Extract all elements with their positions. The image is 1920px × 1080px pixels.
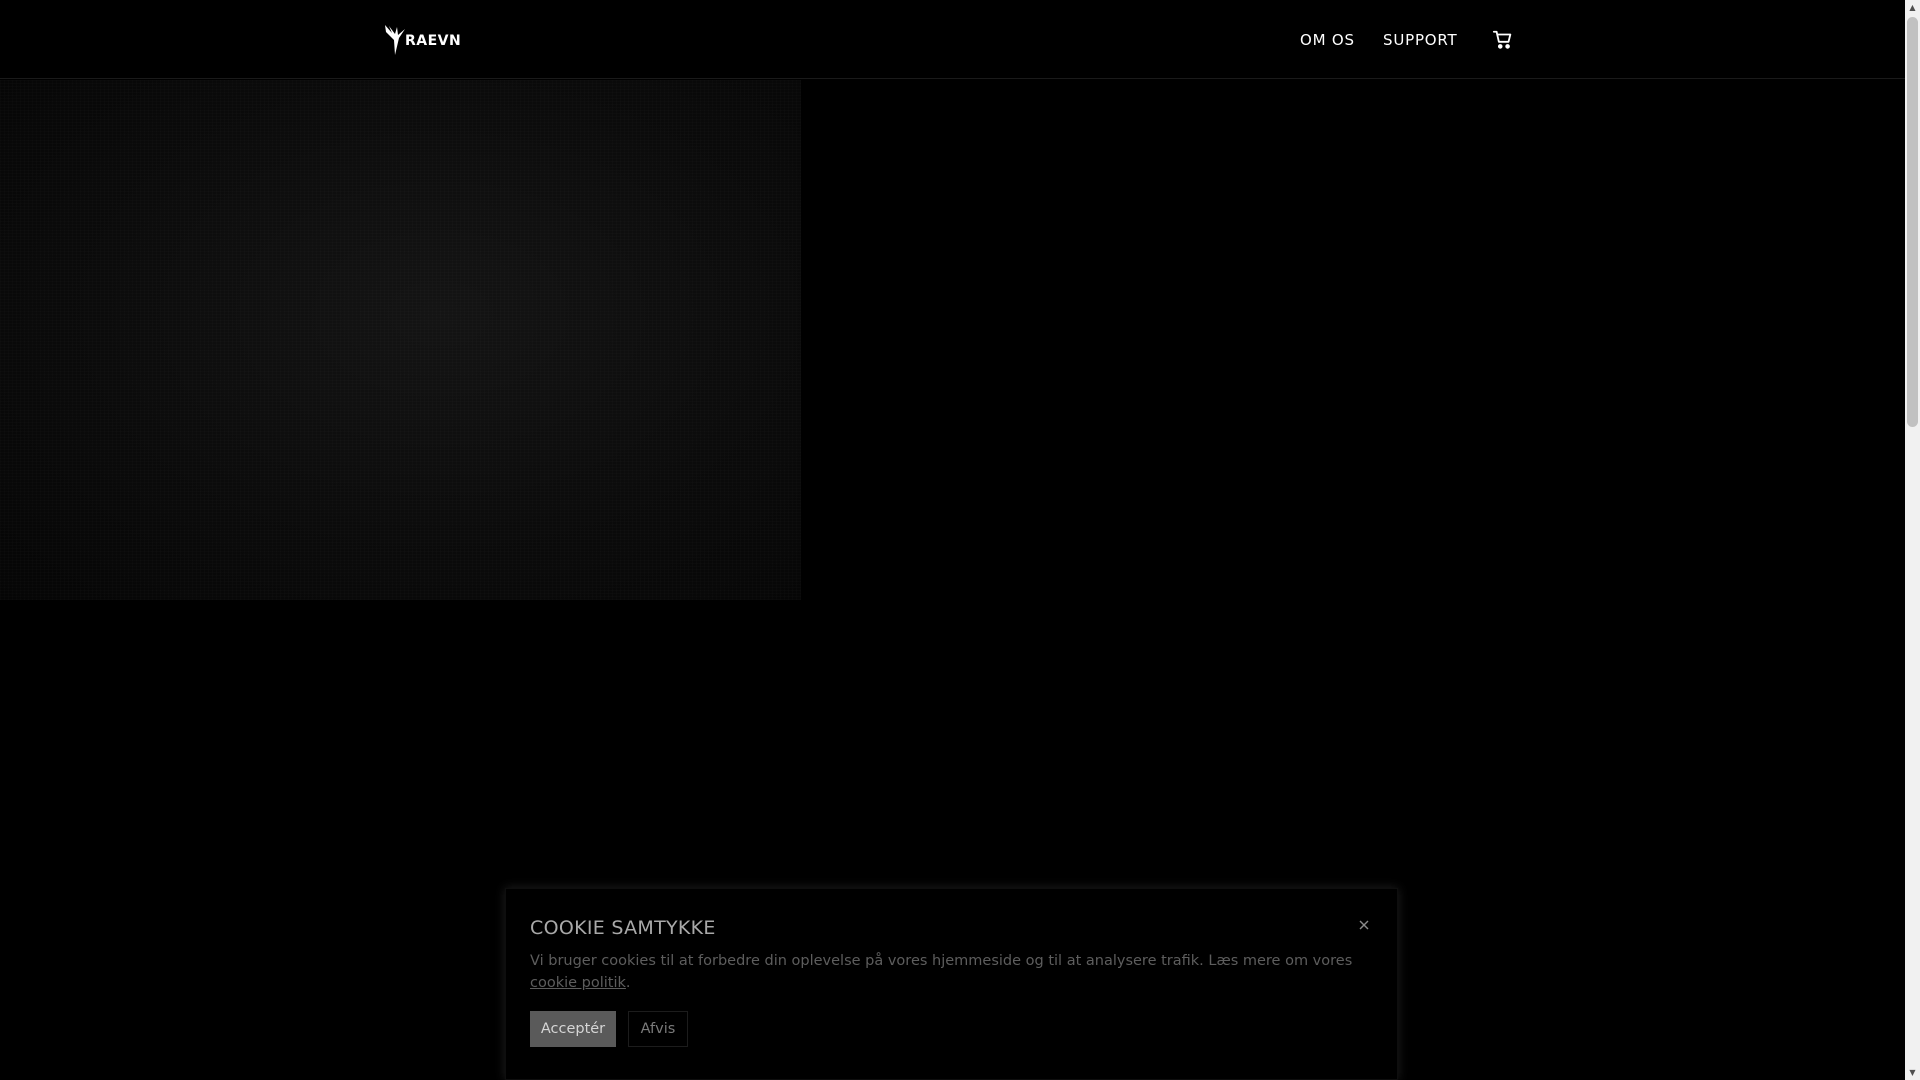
cookie-title: COOKIE SAMTYKKE — [530, 917, 716, 939]
cookie-text-main: Vi bruger cookies til at forbedre din op… — [530, 953, 1353, 969]
cookie-close-button[interactable] — [1357, 917, 1371, 931]
raevn-logo[interactable]: RAEVN — [383, 23, 461, 57]
hero-media — [0, 80, 801, 600]
nav-support-label[interactable]: SUPPORT — [1383, 31, 1458, 49]
cart-icon — [1492, 30, 1512, 49]
cookie-description: Vi bruger cookies til at forbedre din op… — [530, 950, 1360, 994]
decline-button[interactable]: Afvis — [628, 1011, 688, 1047]
cookie-text-end: . — [625, 975, 631, 991]
nav-support[interactable]: SUPPORT — [1383, 0, 1458, 79]
scroll-down-arrow-icon[interactable]: ▼ — [1905, 1065, 1920, 1080]
cookie-policy-link[interactable]: cookie politik — [530, 975, 626, 991]
nav-about[interactable]: OM OS — [1300, 0, 1355, 79]
raven-logo-icon — [385, 25, 405, 55]
scroll-up-arrow-icon[interactable]: ▲ — [1905, 0, 1920, 15]
accept-button[interactable]: Acceptér — [530, 1011, 616, 1047]
cookie-consent-banner: COOKIE SAMTYKKE Vi bruger cookies til at… — [505, 888, 1398, 1080]
logo-text: RAEVN — [405, 33, 462, 49]
vertical-scrollbar[interactable]: ▲ ▼ — [1905, 0, 1920, 1080]
scrollbar-thumb[interactable] — [1907, 17, 1918, 427]
cart-button[interactable] — [1492, 29, 1514, 51]
close-icon — [1359, 920, 1369, 930]
nav-about-label[interactable]: OM OS — [1300, 31, 1355, 49]
site-header: RAEVN OM OS SUPPORT — [0, 0, 1905, 79]
page: RAEVN OM OS SUPPORT COOKIE SAMTYKKE Vi b — [0, 0, 1905, 1080]
